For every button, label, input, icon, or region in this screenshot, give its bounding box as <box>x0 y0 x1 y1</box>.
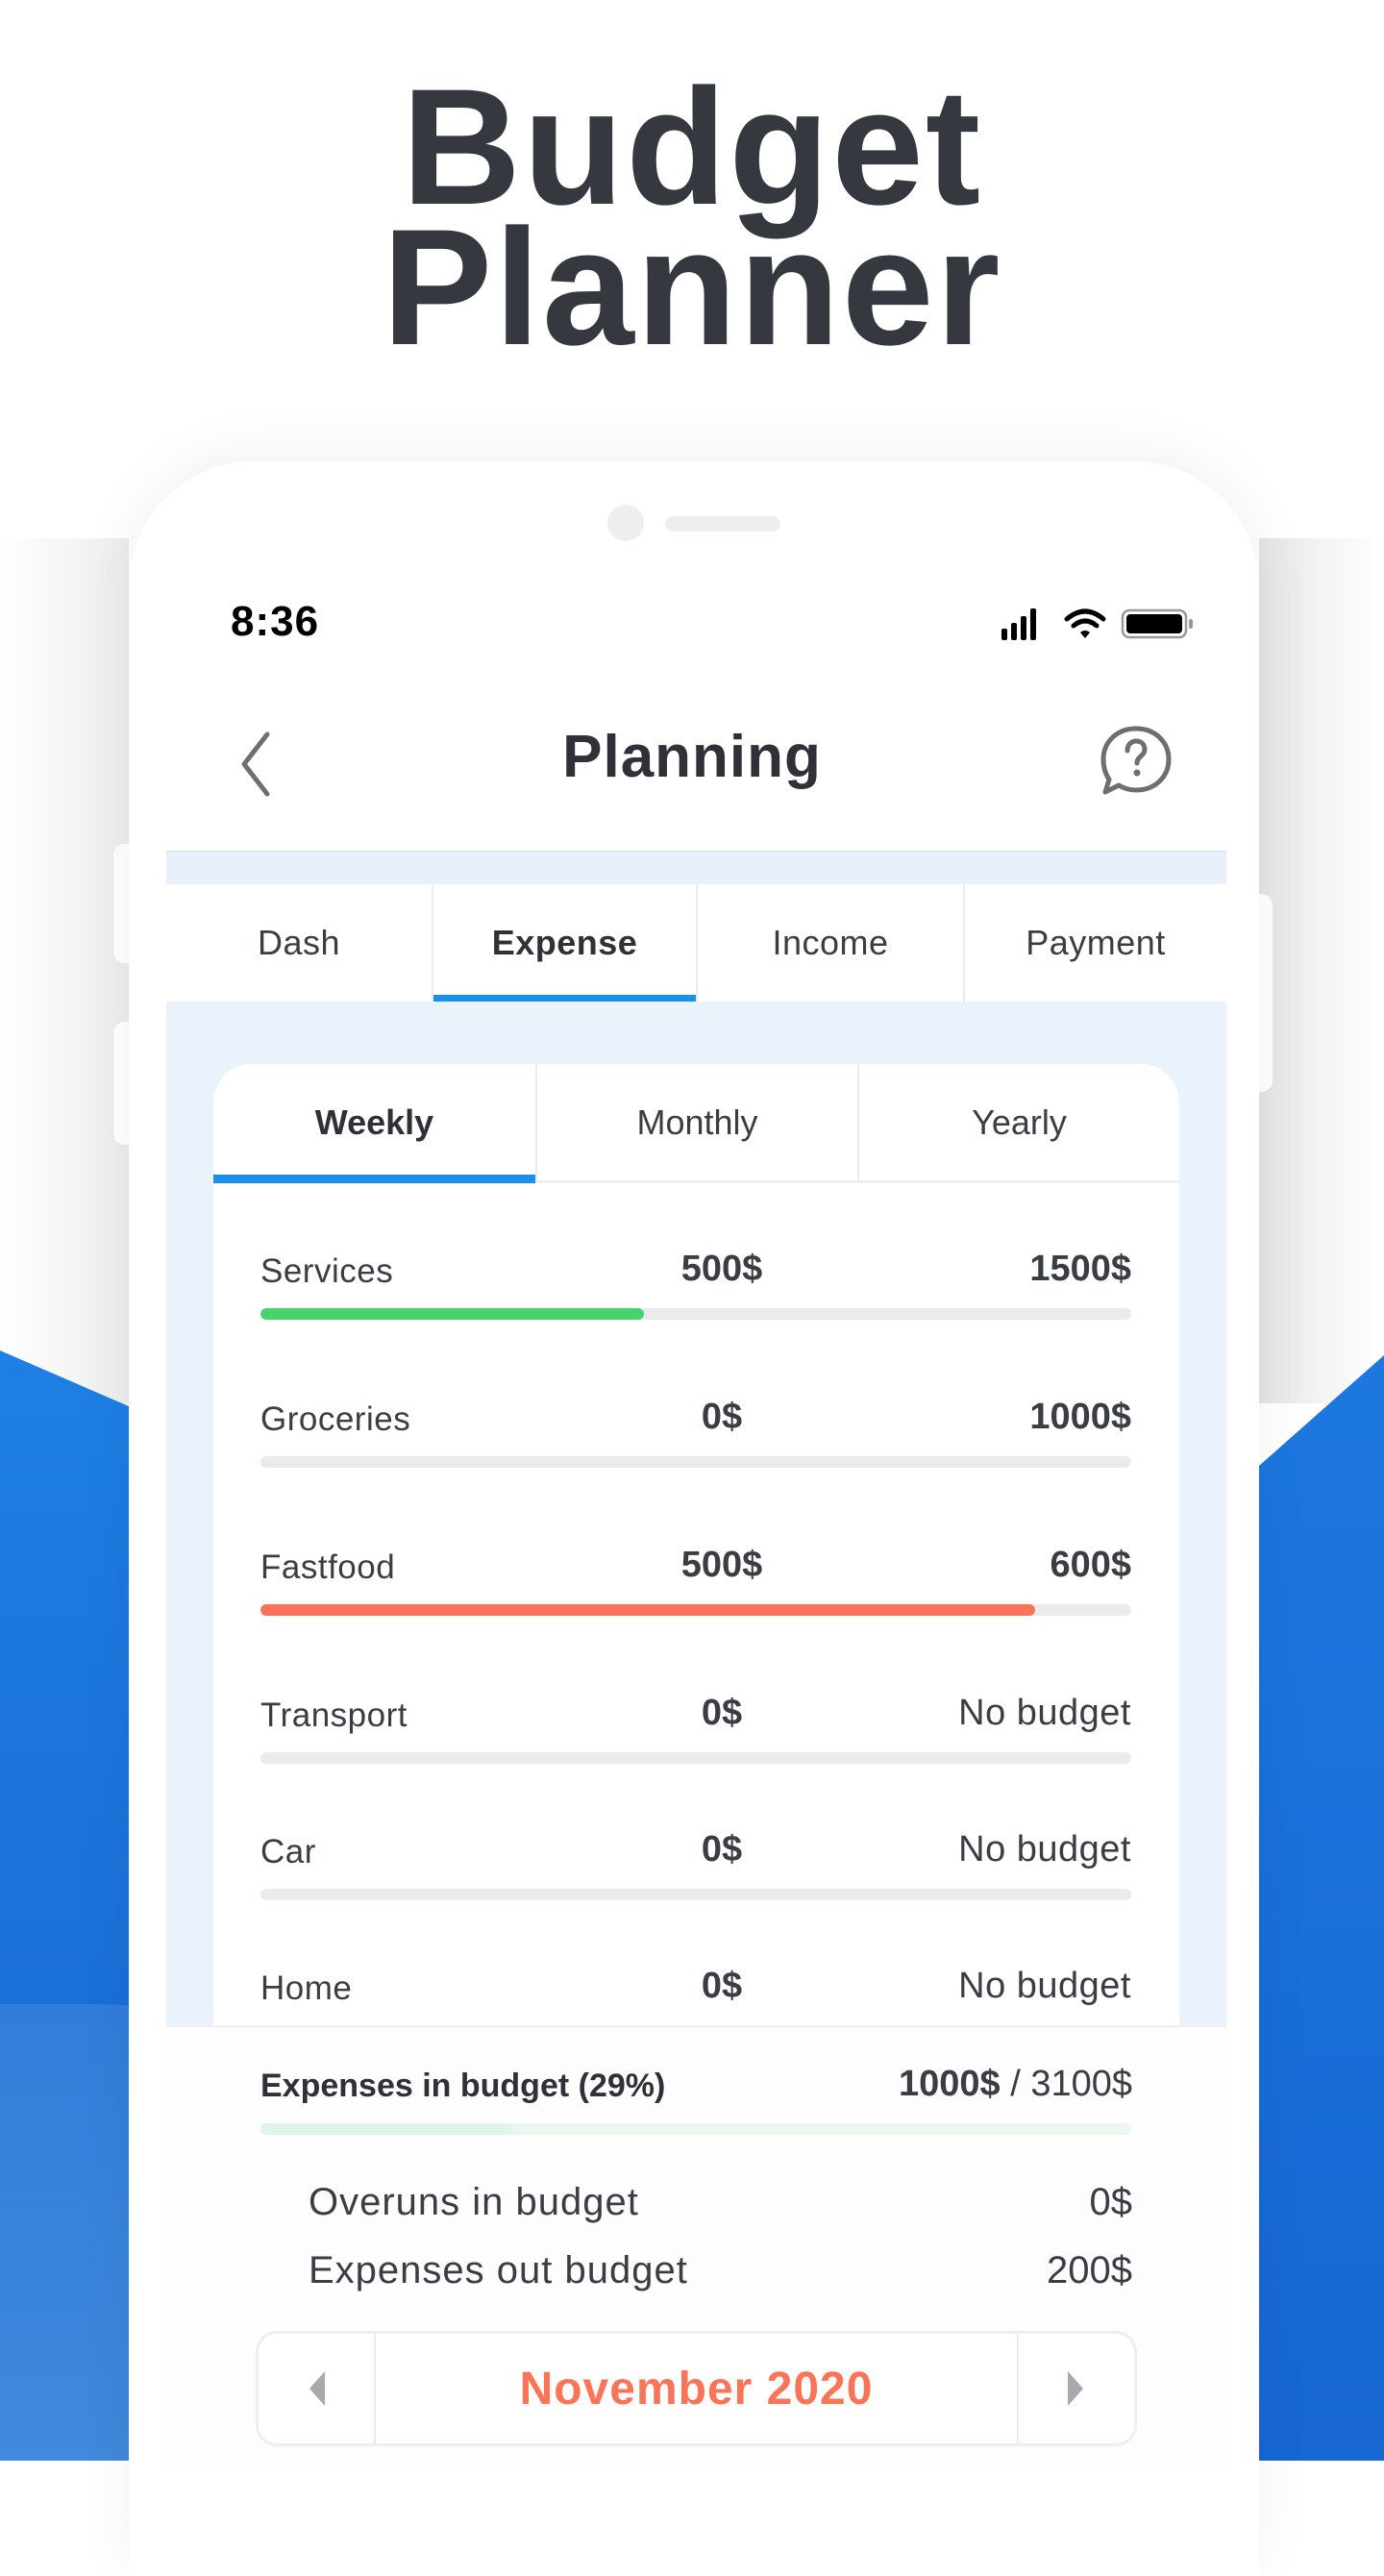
tab-dash[interactable]: Dash <box>166 884 432 1002</box>
page-title: Planning <box>562 724 822 790</box>
out-budget-value: 200$ <box>1047 2249 1132 2291</box>
tab-label: Payment <box>1026 923 1166 962</box>
tabbar-top-strip <box>166 851 1226 886</box>
category-budget: 600$ <box>1050 1545 1131 1585</box>
period-tabs: Weekly Monthly Yearly <box>213 1064 1179 1183</box>
category-spent: 0$ <box>701 1829 743 1870</box>
category-budget: 1000$ <box>1029 1397 1131 1437</box>
tab-payment[interactable]: Payment <box>963 884 1226 1002</box>
overruns-label: Overuns in budget <box>309 2181 639 2223</box>
summary-separator: / <box>1000 2064 1031 2104</box>
summary-spent: 1000$ <box>898 2064 1001 2104</box>
category-name: Transport <box>260 1697 408 1734</box>
tab-label: Income <box>772 923 889 962</box>
budget-card: Weekly Monthly Yearly Services 500$ 1500… <box>213 1064 1179 2025</box>
phone-camera <box>607 505 644 541</box>
tab-monthly[interactable]: Monthly <box>535 1064 857 1180</box>
tab-weekly[interactable]: Weekly <box>213 1064 535 1183</box>
help-button[interactable] <box>1098 723 1174 800</box>
category-row[interactable]: Car 0$ No budget <box>260 1829 1131 1910</box>
summary-value: 1000$ / 3100$ <box>899 2064 1132 2105</box>
summary-progress-track <box>260 2123 1131 2135</box>
previous-month-button[interactable] <box>259 2334 376 2443</box>
background-shade-left <box>0 538 129 1403</box>
chevron-left-icon <box>241 731 270 797</box>
wifi-icon <box>1064 608 1106 638</box>
overruns-value: 0$ <box>1089 2181 1133 2223</box>
main-tabbar: Dash Expense Income Payment <box>166 884 1226 1003</box>
month-picker: November 2020 <box>256 2331 1137 2446</box>
tab-label: Expense <box>491 923 638 962</box>
category-name: Groceries <box>260 1400 411 1438</box>
category-row[interactable]: Transport 0$ No budget <box>260 1693 1131 1773</box>
current-month-label[interactable]: November 2020 <box>376 2334 1017 2443</box>
tab-expense[interactable]: Expense <box>432 884 696 1003</box>
category-budget: No budget <box>958 1966 1131 2006</box>
category-row[interactable]: Fastfood 500$ 600$ <box>260 1545 1131 1625</box>
tab-income[interactable]: Income <box>696 884 963 1002</box>
cellular-signal-icon <box>1001 608 1036 640</box>
category-spent: 500$ <box>680 1545 763 1585</box>
category-spent: 0$ <box>701 1966 743 2006</box>
category-name: Home <box>260 1969 353 2007</box>
category-spent: 0$ <box>701 1693 743 1733</box>
category-spent: 0$ <box>701 1397 743 1437</box>
phone-speaker <box>665 516 780 532</box>
summary-progress-fill <box>260 2123 513 2135</box>
category-row[interactable]: Services 500$ 1500$ <box>260 1249 1131 1329</box>
background-wave-right <box>1259 1355 1384 2461</box>
category-progress-track <box>260 1456 1131 1468</box>
category-progress-track <box>260 1889 1131 1900</box>
battery-icon <box>1121 608 1193 639</box>
category-budget: No budget <box>958 1829 1131 1870</box>
category-name: Services <box>260 1252 394 1290</box>
category-progress-fill <box>260 1604 1036 1616</box>
category-budget: No budget <box>958 1693 1131 1733</box>
tab-label: Yearly <box>972 1102 1067 1142</box>
category-row[interactable]: Home 0$ No budget <box>260 1966 1131 2025</box>
headline-line-2: Planner <box>382 195 1002 380</box>
back-button[interactable] <box>236 731 275 798</box>
category-progress-fill <box>260 1308 644 1320</box>
background-shade-right <box>1259 538 1384 1403</box>
triangle-left-icon <box>309 2371 325 2406</box>
summary-total: 3100$ <box>1030 2064 1132 2104</box>
help-chat-bubble-icon <box>1100 726 1172 795</box>
category-spent: 500$ <box>680 1249 763 1289</box>
next-month-button[interactable] <box>1017 2334 1134 2443</box>
category-row[interactable]: Groceries 0$ 1000$ <box>260 1397 1131 1477</box>
summary-label: Expenses in budget (29%) <box>260 2068 666 2104</box>
category-progress-track <box>260 1752 1131 1764</box>
tab-yearly[interactable]: Yearly <box>857 1064 1179 1180</box>
category-name: Car <box>260 1833 316 1870</box>
category-progress-track <box>260 1308 1131 1320</box>
out-budget-label: Expenses out budget <box>309 2249 688 2291</box>
status-time: 8:36 <box>231 598 320 645</box>
promo-headline: Budget Planner <box>0 64 1384 380</box>
tab-label: Weekly <box>314 1102 434 1142</box>
category-name: Fastfood <box>260 1548 396 1586</box>
tab-label: Monthly <box>636 1102 758 1142</box>
category-progress-track <box>260 1604 1131 1616</box>
category-budget: 1500$ <box>1029 1249 1131 1289</box>
triangle-right-icon <box>1068 2371 1083 2406</box>
status-icons <box>1001 608 1193 640</box>
tab-label: Dash <box>257 923 341 962</box>
